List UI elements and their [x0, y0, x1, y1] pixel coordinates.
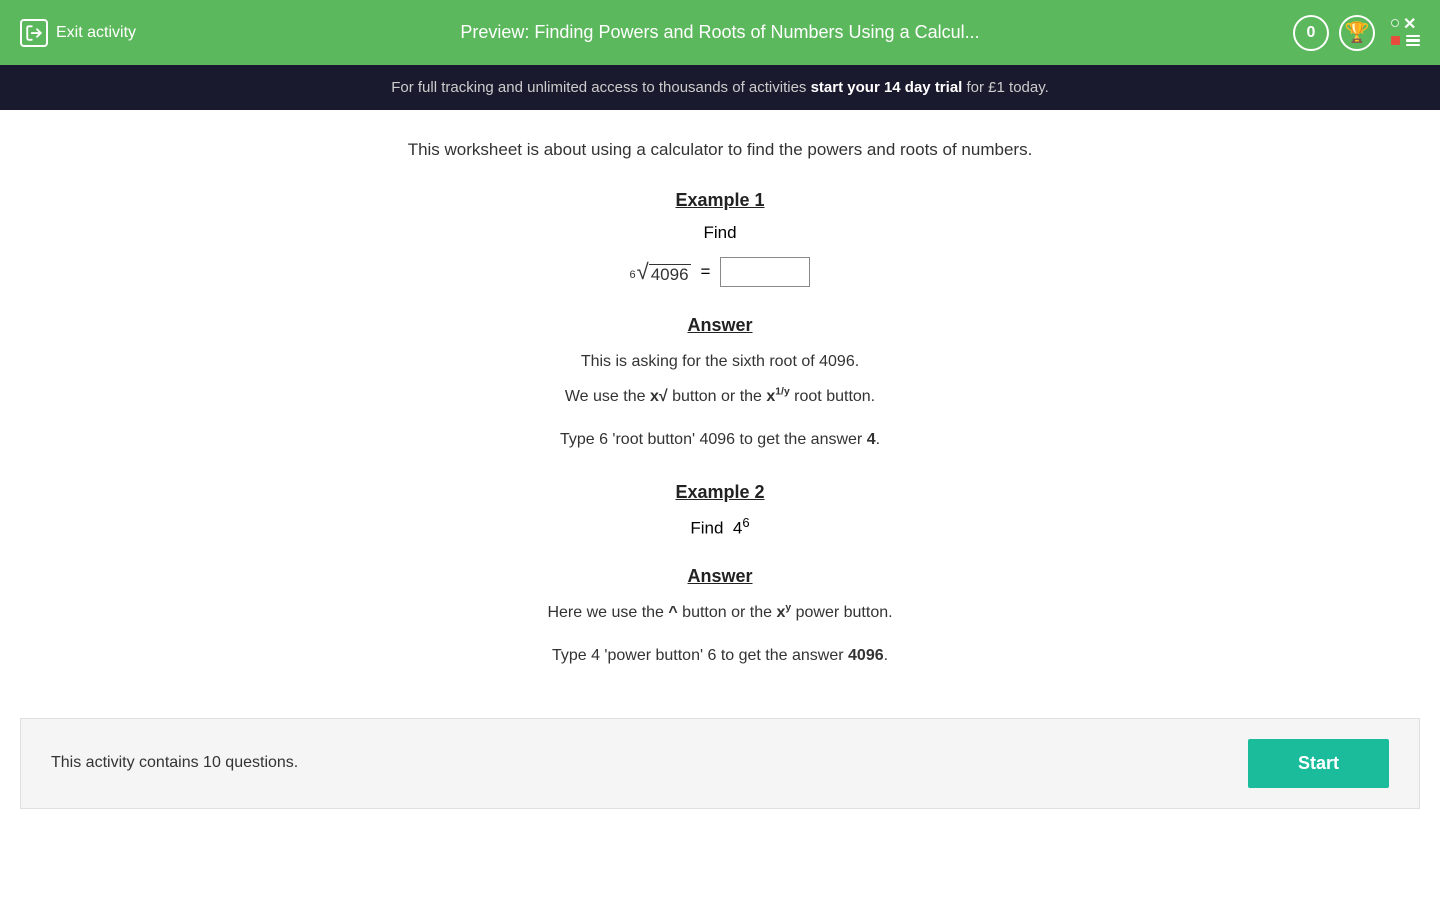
score-badge: 0	[1293, 15, 1329, 51]
answer2-section: Answer Here we use the ^ button or the x…	[290, 566, 1150, 669]
example1-find: Find	[290, 223, 1150, 243]
answer2-line1: Here we use the ^ button or the xy power…	[290, 599, 1150, 626]
exit-icon	[20, 19, 48, 47]
radical-symbol: √	[637, 259, 649, 285]
start-button[interactable]: Start	[1248, 739, 1389, 788]
dots-grid: ✕	[1391, 19, 1420, 47]
caret-button: ^	[668, 604, 677, 621]
answer1-value: 4	[867, 431, 876, 448]
xpow-button: x1/y	[766, 388, 789, 405]
exit-label: Exit activity	[56, 24, 136, 42]
example2-title: Example 2	[290, 482, 1150, 503]
answer1-line3: Type 6 'root button' 4096 to get the ans…	[290, 426, 1150, 453]
banner-text-before: For full tracking and unlimited access t…	[391, 79, 810, 96]
header-title: Preview: Finding Powers and Roots of Num…	[460, 22, 979, 43]
math-expression: 6√4096	[630, 259, 691, 285]
exit-activity-button[interactable]: Exit activity	[20, 19, 136, 47]
banner-text-after: for £1 today.	[962, 79, 1048, 96]
answer2-label: Answer	[290, 566, 1150, 587]
trophy-icon[interactable]: 🏆	[1339, 15, 1375, 51]
banner-cta[interactable]: start your 14 day trial	[811, 79, 963, 96]
xsqrt-button: x√	[650, 388, 668, 405]
example1-title: Example 1	[290, 190, 1150, 211]
answer1-section: Answer This is asking for the sixth root…	[290, 315, 1150, 454]
example2-section: Example 2 Find 46	[290, 482, 1150, 539]
radicand: 4096	[649, 264, 691, 285]
answer2-line2: Type 4 'power button' 6 to get the answe…	[290, 642, 1150, 669]
example1-math: 6√4096 =	[290, 257, 1150, 287]
answer1-line1: This is asking for the sixth root of 409…	[290, 348, 1150, 375]
answer1-line2: We use the x√ button or the x1/y root bu…	[290, 383, 1150, 410]
example2-find: Find 46	[290, 515, 1150, 539]
example1-section: Example 1 Find 6√4096 =	[290, 190, 1150, 287]
radical-index: 6	[630, 269, 636, 281]
answer2-value: 4096	[848, 647, 884, 664]
header-right: 0 🏆 ✕	[1293, 15, 1420, 51]
xy-button: xy	[776, 604, 791, 621]
header: Exit activity Preview: Finding Powers an…	[0, 0, 1440, 65]
activity-count-text: This activity contains 10 questions.	[51, 754, 298, 772]
example1-input[interactable]	[720, 257, 810, 287]
intro-text: This worksheet is about using a calculat…	[290, 140, 1150, 160]
answer1-label: Answer	[290, 315, 1150, 336]
trial-banner: For full tracking and unlimited access t…	[0, 65, 1440, 110]
bottom-bar: This activity contains 10 questions. Sta…	[20, 718, 1420, 809]
equals-sign: =	[701, 262, 711, 282]
main-content: This worksheet is about using a calculat…	[270, 110, 1170, 718]
example2-exponent: 6	[742, 515, 749, 530]
example2-base: 4	[733, 518, 742, 537]
